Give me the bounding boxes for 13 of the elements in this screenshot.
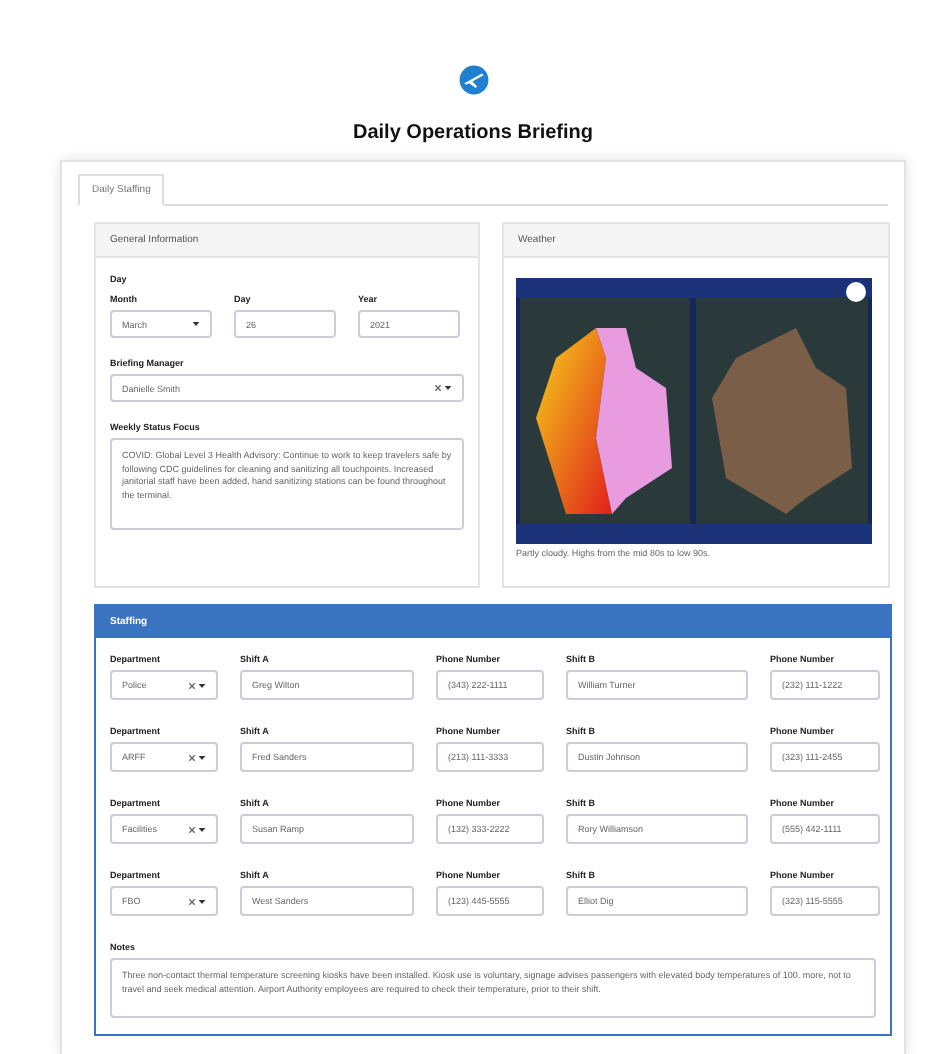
clear-icon: [188, 825, 196, 833]
caret-icon: [444, 384, 452, 392]
clear-icon: [188, 753, 196, 761]
caret-icon: [198, 897, 206, 905]
clear-icon: [434, 384, 442, 392]
caret-icon: [198, 681, 206, 689]
plane-logo-icon: [457, 64, 489, 96]
caret-icon: [198, 753, 206, 761]
caret-icon: [192, 320, 200, 328]
page-title: Daily Operations Briefing: [350, 122, 596, 144]
clear-icon: [188, 897, 196, 905]
caret-icon: [198, 825, 206, 833]
clear-icon: [188, 681, 196, 689]
